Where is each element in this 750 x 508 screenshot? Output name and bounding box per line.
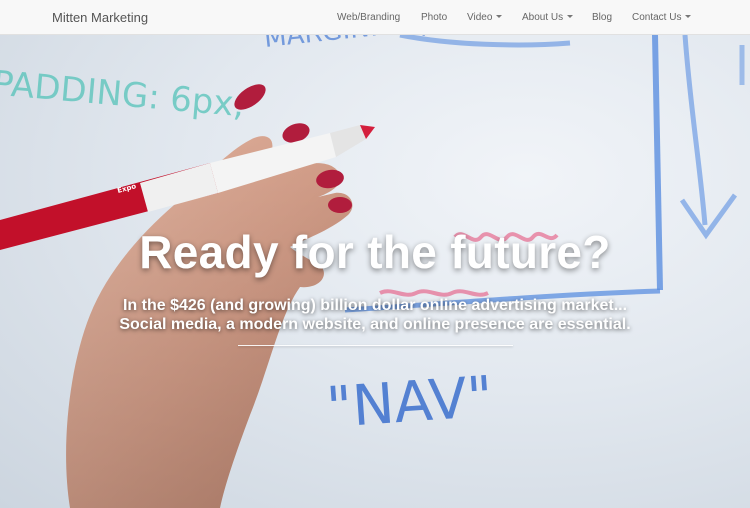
- chevron-down-icon: [685, 14, 692, 18]
- hero-subtitle-line-1: In the $426 (and growing) billion dollar…: [122, 297, 628, 314]
- nav-label: About Us: [522, 12, 564, 23]
- nav-label: Blog: [592, 12, 613, 23]
- whiteboard-ink-nav: "NAV": [324, 365, 495, 441]
- nav-label: Contact Us: [632, 12, 682, 23]
- hero-subtitle-line-2: Social media, a modern website, and onli…: [119, 316, 631, 333]
- nav-label: Video: [467, 12, 493, 23]
- whiteboard-ink-padding: PADDING: 6px;: [0, 63, 247, 125]
- nav-web-branding[interactable]: Web/Branding: [337, 0, 400, 35]
- nav-label: Photo: [421, 12, 448, 23]
- hero-section: MARGIN: 25px; PADDING: 6px; "NAV" Expo R…: [0, 35, 750, 508]
- nav-about-us[interactable]: About Us: [522, 0, 574, 35]
- nav-contact-us[interactable]: Contact Us: [632, 0, 692, 35]
- navbar: Mitten Marketing Web/Branding Photo Vide…: [0, 0, 750, 35]
- hero-title: Ready for the future?: [139, 226, 611, 278]
- nav-blog[interactable]: Blog: [592, 0, 612, 35]
- brand-link[interactable]: Mitten Marketing: [52, 0, 148, 35]
- nav-photo[interactable]: Photo: [421, 0, 447, 35]
- nav-label: Web/Branding: [337, 12, 401, 23]
- nav-video[interactable]: Video: [467, 0, 503, 35]
- hero-divider: [238, 345, 513, 346]
- chevron-down-icon: [496, 14, 503, 18]
- chevron-down-icon: [567, 14, 574, 18]
